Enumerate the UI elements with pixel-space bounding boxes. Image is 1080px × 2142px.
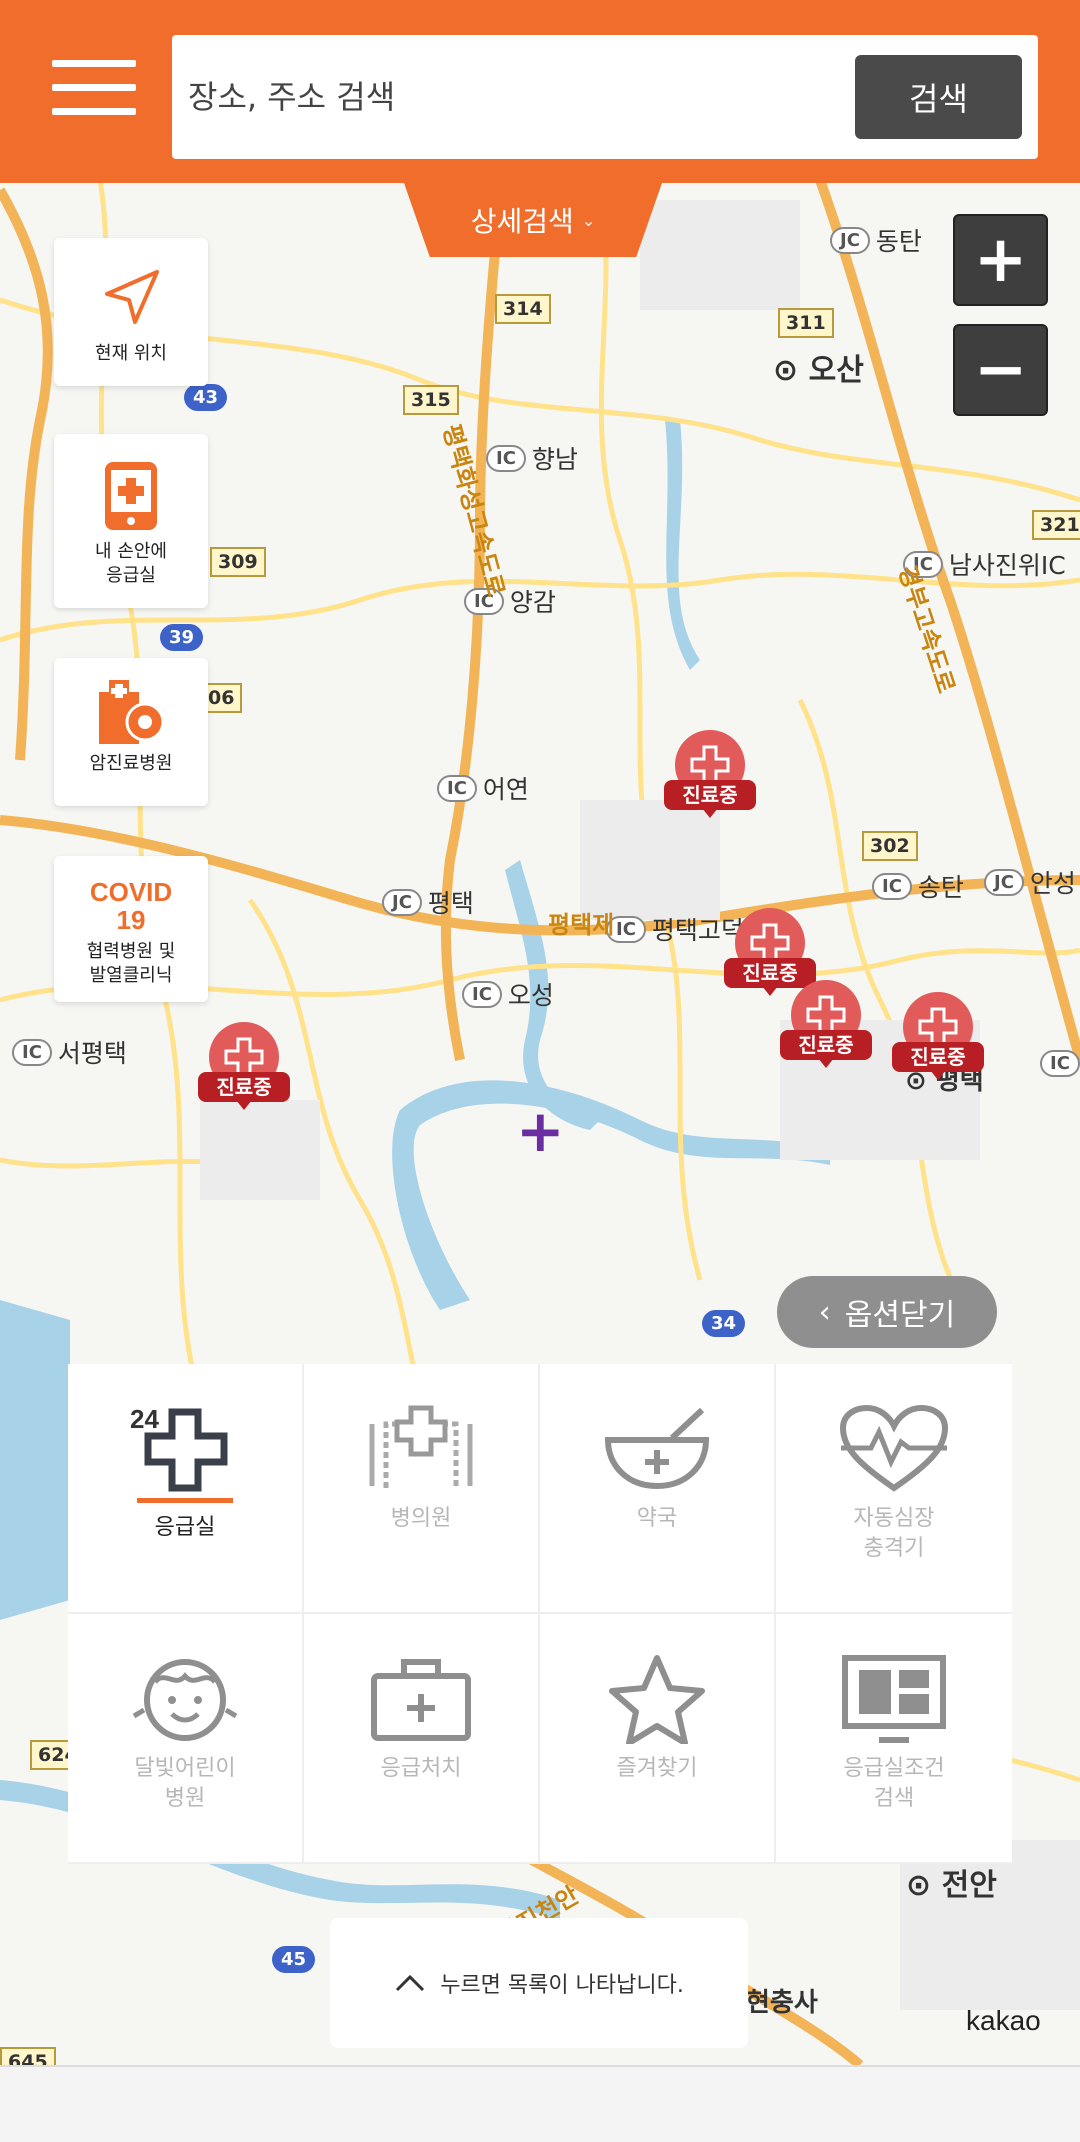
covid-title: COVID 19	[89, 877, 173, 935]
child-face-icon	[132, 1659, 238, 1741]
place-hyangnam: IC 향남	[486, 440, 578, 476]
category-label: 응급실조건 검색	[843, 1756, 945, 1811]
svg-text:24: 24	[130, 1404, 159, 1434]
detail-search-tab[interactable]: 상세검색 ⌄	[404, 183, 662, 257]
covid-clinic-button[interactable]: COVID 19 협력병원 및 발열클리닉	[54, 856, 208, 1002]
app-header: 검색	[0, 0, 1080, 183]
place-songtan: IC 송탄	[872, 868, 964, 904]
current-location-button[interactable]: 현재 위치	[54, 238, 208, 386]
options-close-button[interactable]: ‹ 옵션닫기	[777, 1276, 997, 1348]
search-button[interactable]: 검색	[855, 55, 1022, 139]
zoom-out-button[interactable]: −	[953, 324, 1048, 416]
pin-label: 진료중	[780, 1030, 872, 1060]
category-label: 자동심장 충격기	[853, 1506, 935, 1561]
category-first-aid[interactable]: 응급처치	[304, 1614, 540, 1864]
emergency-in-hand-button[interactable]: 내 손안에 응급실	[54, 434, 208, 608]
road-shield-645: 645	[0, 2047, 56, 2065]
category-pharmacy[interactable]: 약국	[540, 1364, 776, 1614]
zoom-in-button[interactable]: +	[953, 214, 1048, 306]
category-label: 응급실	[154, 1515, 216, 1540]
hospital-pin-5[interactable]: 진료중	[198, 1022, 290, 1118]
expressway-shield-39: 39	[160, 624, 204, 651]
map-center-crosshair-icon: +	[516, 1097, 565, 1165]
chevron-left-icon: ‹	[818, 1294, 831, 1330]
hospital-pin-3[interactable]: 진료중	[780, 980, 872, 1076]
map-attribution: kakao	[966, 2005, 1041, 2036]
hospital-pin-1[interactable]: 진료중	[664, 730, 756, 826]
road-shield-302: 302	[862, 831, 918, 861]
category-moonlight-children[interactable]: 달빛어린이 병원	[68, 1614, 304, 1864]
cancer-hospital-button[interactable]: 암진료병원	[54, 658, 208, 806]
cancer-hospital-icon	[99, 680, 165, 744]
category-label: 달빛어린이 병원	[134, 1756, 236, 1811]
road-shield-309: 309	[210, 547, 266, 577]
road-label-pyeongtaek: 평택제	[548, 911, 615, 939]
category-er-condition-search[interactable]: 응급실조건 검색	[776, 1614, 1012, 1864]
category-label: 약국	[636, 1506, 678, 1531]
road-shield-321: 321	[1032, 510, 1080, 540]
expressway-shield-34: 34	[702, 1310, 746, 1337]
place-eoyeon: IC 어연	[437, 770, 529, 806]
star-icon	[609, 1655, 705, 1744]
board-icon	[842, 1655, 946, 1743]
pin-label: 진료중	[664, 780, 756, 810]
chevron-up-icon	[396, 1974, 425, 1992]
chevron-down-icon: ⌄	[581, 210, 596, 230]
expressway-shield-43: 43	[184, 384, 228, 411]
road-shield-314: 314	[495, 294, 551, 324]
options-close-label: 옵션닫기	[844, 1298, 956, 1333]
category-clinic[interactable]: 병의원	[304, 1364, 540, 1614]
category-label: 즐겨찾기	[616, 1756, 698, 1781]
hospital-pin-4[interactable]: 진료중	[892, 992, 984, 1088]
cancer-hospital-label: 암진료병원	[89, 753, 173, 774]
emergency-in-hand-line1: 내 손안에	[95, 541, 167, 562]
place-seopyeongtaek: IC 서평택	[12, 1034, 127, 1070]
place-dongtan: JC 동탄	[830, 222, 922, 258]
hamburger-menu-icon[interactable]	[52, 60, 136, 120]
category-aed[interactable]: 자동심장 충격기	[776, 1364, 1012, 1614]
first-aid-kit-icon	[371, 1659, 471, 1741]
place-cheonan: ⊙ 전안	[906, 1868, 997, 1903]
place-hyeonchungsa: 현충사	[746, 1988, 818, 2018]
place-east-ic: IC	[1040, 1050, 1080, 1077]
heart-pulse-icon	[839, 1404, 949, 1492]
current-location-label: 현재 위치	[95, 343, 167, 364]
place-pyeongtaek-jc: JC 평택	[382, 884, 474, 920]
phone-emergency-icon	[105, 462, 157, 530]
category-favorites[interactable]: 즐겨찾기	[540, 1614, 776, 1864]
detail-search-label: 상세검색	[470, 205, 574, 238]
hospital-building-icon	[369, 1405, 473, 1488]
category-grid: 24 응급실 병의원 약국 자동심장 충격기 달빛어린이 병원 응급처치 즐겨찾…	[68, 1364, 1012, 1864]
covid-sub-line1: 협력병원 및	[86, 941, 176, 962]
pharmacy-bowl-icon	[604, 1407, 710, 1490]
place-anseong: JC 안성	[984, 864, 1076, 900]
pin-label: 진료중	[198, 1072, 290, 1102]
location-arrow-icon	[105, 270, 159, 324]
place-osan: ⊙ 오산	[773, 353, 864, 388]
place-oseong: IC 오성	[462, 976, 554, 1012]
covid-sub-line2: 발열클리닉	[89, 965, 173, 986]
emergency-in-hand-line2: 응급실	[106, 565, 156, 586]
list-toggle-button[interactable]: 누르면 목록이 나타납니다.	[330, 1918, 748, 2048]
search-bar: 검색	[172, 35, 1038, 159]
pin-label: 진료중	[892, 1042, 984, 1072]
expressway-shield-45: 45	[272, 1946, 316, 1973]
list-toggle-label: 누르면 목록이 나타납니다.	[440, 1973, 684, 1998]
road-shield-315: 315	[403, 385, 459, 415]
road-shield-311: 311	[778, 308, 834, 338]
search-input[interactable]	[186, 61, 820, 133]
category-emergency-room[interactable]: 24 응급실	[68, 1364, 304, 1614]
active-underline	[137, 1498, 233, 1503]
category-label: 병의원	[390, 1506, 452, 1531]
category-label: 응급처치	[380, 1756, 462, 1781]
emergency-cross-icon: 24	[130, 1404, 228, 1492]
bottom-bar	[0, 2065, 1080, 2142]
